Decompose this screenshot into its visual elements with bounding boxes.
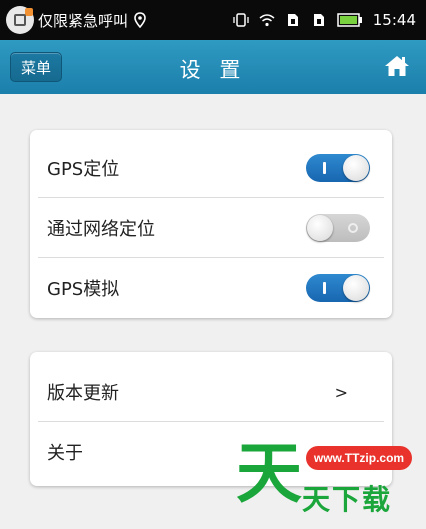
status-time: 15:44: [372, 11, 416, 29]
network-location-label: 通过网络定位: [47, 219, 155, 240]
watermark-url: www.TTzip.com: [306, 446, 412, 470]
watermark-logo: 天: [236, 435, 302, 512]
vibrate-icon: [233, 13, 249, 27]
gps-location-row[interactable]: GPS定位: [30, 138, 392, 198]
sim2-icon: [313, 14, 324, 26]
network-location-toggle[interactable]: [306, 214, 370, 242]
location-settings-card: GPS定位 通过网络定位 GPS模拟: [30, 130, 392, 318]
status-notification-text: 仅限紧急呼叫: [38, 11, 129, 30]
status-bar-right: 15:44: [233, 11, 416, 29]
network-location-row[interactable]: 通过网络定位: [30, 198, 392, 258]
app-header: 菜单 设 置: [0, 40, 426, 94]
home-icon[interactable]: [384, 54, 410, 78]
gps-simulation-label: GPS模拟: [47, 279, 120, 300]
wifi-icon: [259, 14, 275, 27]
status-bar-left: 仅限紧急呼叫: [6, 6, 148, 34]
about-label: 关于: [47, 443, 83, 464]
page-title: 设 置: [179, 58, 247, 82]
app-icon: [6, 6, 34, 34]
battery-icon: [337, 13, 362, 27]
chevron-right-icon: >: [334, 382, 348, 402]
sim1-icon: [287, 14, 298, 26]
gps-simulation-toggle[interactable]: [306, 274, 370, 302]
gps-location-label: GPS定位: [47, 159, 120, 180]
gps-simulation-row[interactable]: GPS模拟: [30, 258, 392, 318]
version-update-label: 版本更新: [47, 383, 119, 404]
watermark: 天 www.TTzip.com 天下载: [236, 438, 412, 518]
location-icon: [134, 12, 146, 28]
watermark-name: 天下载: [302, 483, 393, 516]
gps-location-toggle[interactable]: [306, 154, 370, 182]
status-bar: 仅限紧急呼叫 15:44: [0, 0, 426, 40]
version-update-row[interactable]: 版本更新 >: [30, 362, 392, 422]
